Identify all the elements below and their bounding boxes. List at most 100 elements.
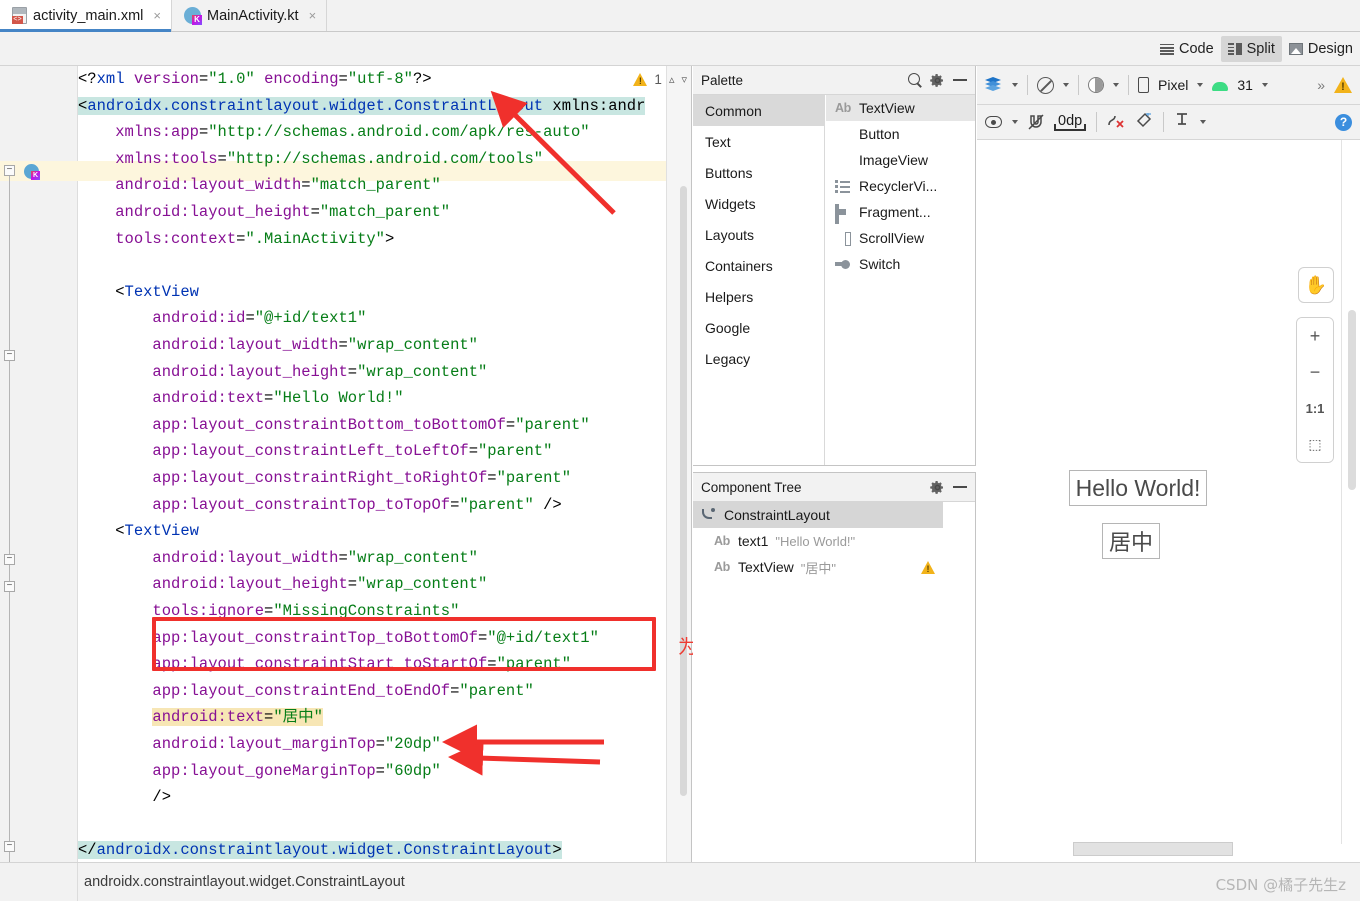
code-line: <TextView <box>78 282 199 301</box>
chevron-down-icon[interactable] <box>1063 83 1069 87</box>
guideline-icon[interactable] <box>1174 112 1190 133</box>
component-tree-row[interactable]: ConstraintLayout <box>693 502 943 528</box>
device-icon[interactable] <box>1138 77 1149 93</box>
inspection-widget[interactable]: 1 ▵ ▿ <box>633 72 687 87</box>
chevron-down-icon[interactable] <box>1012 120 1018 124</box>
preview-widget-hello-world[interactable]: Hello World! <box>1069 470 1207 506</box>
gear-icon[interactable] <box>930 73 945 88</box>
ab-text-icon: Ab <box>713 534 731 548</box>
code-lines-icon <box>1159 43 1174 55</box>
device-label[interactable]: Pixel <box>1158 77 1188 93</box>
clear-constraints-icon[interactable] <box>1107 112 1125 133</box>
android-studio-window: <> activity_main.xml × MainActivity.kt ×… <box>0 0 1360 901</box>
zoom-to-fit-button[interactable]: ⬚ <box>1297 426 1333 462</box>
device-preview[interactable]: Hello World! 居中 <box>978 140 1342 844</box>
help-icon[interactable]: ? <box>1335 113 1352 131</box>
zoom-actual-size-button[interactable]: 1:1 <box>1297 390 1333 426</box>
palette-category-helpers[interactable]: Helpers <box>693 281 824 312</box>
visibility-icon[interactable] <box>985 116 1002 128</box>
chevron-down-icon[interactable] <box>1197 83 1204 87</box>
palette-item-textview[interactable]: Ab TextView <box>826 95 975 121</box>
api-level-icon[interactable] <box>1212 80 1229 91</box>
component-tree-row[interactable]: Ab text1 "Hello World!" <box>693 528 943 554</box>
tab-mainactivity-kt[interactable]: MainActivity.kt × <box>172 0 328 31</box>
toolbar-divider <box>1163 112 1165 132</box>
palette-item-fragment[interactable]: Fragment... <box>826 199 975 225</box>
palette-category-layouts[interactable]: Layouts <box>693 219 824 250</box>
palette-category-containers[interactable]: Containers <box>693 250 824 281</box>
palette-item-button[interactable]: Button <box>826 121 975 147</box>
component-tree-title: Component Tree <box>701 479 802 495</box>
zoom-in-button[interactable]: + <box>1297 318 1333 354</box>
palette-item-list[interactable]: Ab TextView Button ImageView RecyclerVi... Fr… <box>826 95 975 465</box>
palette-category-buttons[interactable]: Buttons <box>693 157 824 188</box>
code-text-area[interactable]: <?xml version="1.0" encoding="utf-8"?> <a… <box>78 66 666 862</box>
fold-marker-root[interactable] <box>4 165 15 176</box>
warning-icon[interactable] <box>921 560 935 574</box>
code-line: app:layout_constraintBottom_toBottomOf="… <box>152 415 590 434</box>
chevron-down-icon[interactable] <box>1012 83 1018 87</box>
fold-marker-textview2[interactable] <box>4 581 15 592</box>
previous-problem-icon[interactable]: ▵ <box>669 73 675 86</box>
overflow-icon[interactable]: » <box>1317 77 1325 93</box>
palette-item-label: Fragment... <box>859 204 931 220</box>
pan-tool-button[interactable]: ✋ <box>1298 267 1334 303</box>
editor-marker-bar[interactable] <box>666 66 691 862</box>
mode-code-button[interactable]: Code <box>1153 36 1221 62</box>
palette-item-switch[interactable]: Switch <box>826 251 975 277</box>
gear-icon[interactable] <box>930 480 945 495</box>
tab-activity-main-xml[interactable]: <> activity_main.xml × <box>0 0 172 32</box>
search-icon[interactable] <box>908 73 922 87</box>
kotlin-class-marker-icon[interactable] <box>24 164 40 180</box>
tab-close-icon[interactable]: × <box>309 8 317 23</box>
palette-category-label: Layouts <box>705 226 755 243</box>
canvas-horizontal-scrollbar[interactable] <box>1073 842 1233 856</box>
infer-constraints-icon[interactable] <box>1135 112 1153 133</box>
minimize-icon[interactable] <box>953 480 967 494</box>
palette-title: Palette <box>701 72 744 88</box>
minimize-icon[interactable] <box>953 73 967 87</box>
tab-close-icon[interactable]: × <box>153 8 161 23</box>
design-canvas[interactable]: Hello World! 居中 ✋ + − 1:1 ⬚ <box>977 140 1360 862</box>
palette-item-label: Switch <box>859 256 901 272</box>
layers-icon[interactable] <box>985 77 1003 93</box>
preview-widget-center[interactable]: 居中 <box>1102 523 1160 559</box>
xml-file-icon: <> <box>12 7 27 24</box>
margin-value[interactable]: 0dp <box>1054 113 1087 131</box>
zoom-out-button[interactable]: − <box>1297 354 1333 390</box>
chevron-down-icon[interactable] <box>1261 83 1268 87</box>
editor-vertical-scrollbar[interactable] <box>680 186 687 796</box>
palette-item-scrollview[interactable]: ScrollView <box>826 225 975 251</box>
component-tree-row[interactable]: Ab TextView "居中" <box>693 554 943 580</box>
warning-icon[interactable] <box>1334 77 1352 93</box>
palette-category-list[interactable]: Common Text Buttons Widgets Layouts Container… <box>693 95 825 465</box>
toolbar-divider <box>1096 112 1098 132</box>
canvas-vertical-scrollbar[interactable] <box>1348 310 1356 490</box>
palette-item-imageview[interactable]: ImageView <box>826 147 975 173</box>
blend-mode-icon[interactable] <box>1037 76 1054 94</box>
palette-category-widgets[interactable]: Widgets <box>693 188 824 219</box>
palette-category-label: Common <box>705 102 762 119</box>
palette-category-legacy[interactable]: Legacy <box>693 343 824 374</box>
component-tree-node-name: TextView <box>738 559 794 575</box>
code-editor[interactable]: 1234567891011121314151617181920212223242… <box>0 66 692 862</box>
magnet-icon[interactable] <box>1028 114 1044 130</box>
palette-category-google[interactable]: Google <box>693 312 824 343</box>
component-tree-rows[interactable]: ConstraintLayout Ab text1 "Hello World!" Ab T… <box>693 502 943 862</box>
code-line: android:id="@+id/text1" <box>152 309 367 328</box>
next-problem-icon[interactable]: ▿ <box>681 73 687 86</box>
warning-count: 1 <box>654 72 662 87</box>
api-level-label[interactable]: 31 <box>1237 77 1253 93</box>
chevron-down-icon[interactable] <box>1113 83 1119 87</box>
mode-design-button[interactable]: Design <box>1282 36 1360 62</box>
palette-category-common[interactable]: Common <box>693 95 824 126</box>
theme-icon[interactable] <box>1088 77 1104 93</box>
fold-marker-textview1[interactable] <box>4 350 15 361</box>
mode-split-button[interactable]: Split <box>1220 36 1282 62</box>
chevron-down-icon[interactable] <box>1200 120 1207 124</box>
fold-marker-textview1-end[interactable] <box>4 554 15 565</box>
code-line: android:layout_height="wrap_content" <box>152 362 488 381</box>
palette-category-text[interactable]: Text <box>693 126 824 157</box>
fold-marker-textview2-end[interactable] <box>4 841 15 852</box>
palette-item-recyclervi[interactable]: RecyclerVi... <box>826 173 975 199</box>
